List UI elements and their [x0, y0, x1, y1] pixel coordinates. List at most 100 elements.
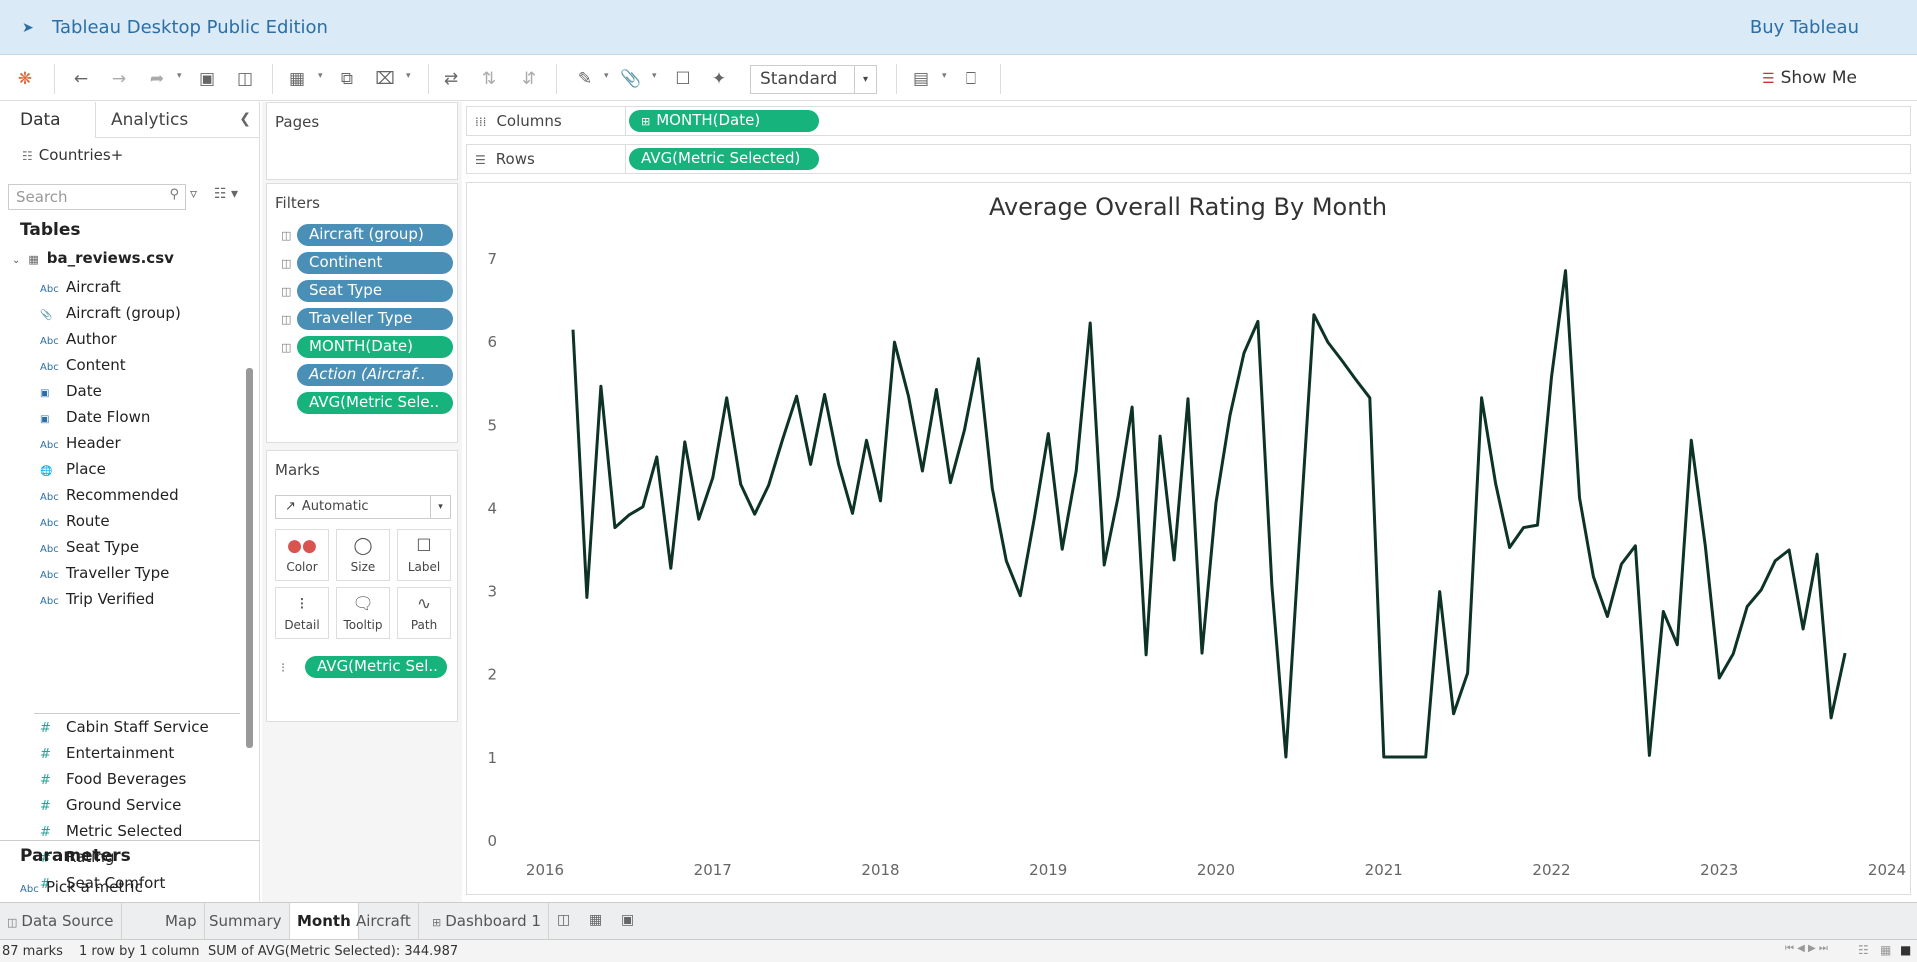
presentation-mode-icon[interactable]: ⎕	[960, 68, 982, 90]
filter-pill[interactable]: Aircraft (group)	[297, 224, 453, 246]
new-worksheet-icon[interactable]: ▦	[286, 68, 308, 90]
collapse-pane-icon[interactable]: ❮	[239, 111, 251, 127]
show-tabs-icon[interactable]: ■	[1900, 943, 1911, 957]
dimension-field[interactable]: Abc Seat Type	[40, 538, 139, 556]
dimension-field[interactable]: Abc Traveller Type	[40, 564, 169, 582]
columns-shelf[interactable]: ⁞⁞⁞ Columns ⊞ MONTH(Date)	[466, 106, 1911, 136]
view-canvas[interactable]: Average Overall Rating By Month 0 1 2 3 4 5 6 7 2…	[466, 182, 1911, 895]
color-button[interactable]: ●● Color	[275, 529, 329, 581]
chevron-down-icon[interactable]: ▾	[177, 71, 182, 81]
chevron-down-icon[interactable]: ▾	[318, 71, 323, 81]
view-size-select[interactable]: Standard ▾	[750, 65, 877, 94]
filter-pill[interactable]: Action (Aircraf..	[297, 364, 453, 386]
detail-button[interactable]: ⁝ Detail	[275, 587, 329, 639]
group-type-icon: 📎	[40, 310, 53, 321]
dimension-field[interactable]: Abc Aircraft	[40, 278, 121, 296]
tab-data[interactable]: Data	[20, 110, 61, 130]
parameter-name: Pick a metric	[46, 878, 143, 896]
filter-pill[interactable]: AVG(Metric Sele..	[297, 392, 453, 414]
detail-label: Detail	[284, 618, 320, 632]
title-bar: ➤ Tableau Desktop Public Edition Buy Tab…	[0, 0, 1917, 55]
dimension-field[interactable]: Abc Content	[40, 356, 126, 374]
fix-axes-icon[interactable]: ✦	[708, 68, 730, 90]
tableau-logo-icon[interactable]: ❋	[14, 68, 36, 90]
dimension-field[interactable]: Abc Author	[40, 330, 117, 348]
new-worksheet-tab-icon[interactable]: ◫	[557, 912, 570, 928]
show-cards-icon[interactable]: ▤	[910, 68, 932, 90]
view-options-icon[interactable]: ☷ ▾	[214, 186, 238, 202]
x-tick-label: 2017	[694, 861, 732, 879]
redo-icon[interactable]: →	[108, 68, 130, 90]
marks-detail-pill[interactable]: AVG(Metric Sel..	[305, 656, 447, 678]
sort-descending-icon[interactable]: ⇵	[518, 68, 540, 90]
dimension-field[interactable]: Abc Header	[40, 434, 121, 452]
sheet-tab[interactable]: Aircraft	[349, 903, 419, 940]
size-button[interactable]: ◯ Size	[336, 529, 390, 581]
chevron-down-icon[interactable]: ▾	[942, 71, 947, 81]
swap-rows-columns-icon[interactable]: ⇄	[440, 68, 462, 90]
filter-icon[interactable]: ▿	[190, 186, 197, 202]
buy-tableau-link[interactable]: Buy Tableau	[1750, 17, 1859, 38]
dimension-field[interactable]: Abc Recommended	[40, 486, 179, 504]
series-line[interactable]	[571, 269, 1847, 759]
filter-pill[interactable]: MONTH(Date)	[297, 336, 453, 358]
measure-field[interactable]: # Cabin Staff Service	[40, 718, 209, 736]
path-button[interactable]: ∿ Path	[397, 587, 451, 639]
rows-shelf[interactable]: ☰ Rows AVG(Metric Selected)	[466, 144, 1911, 174]
filter-pill[interactable]: Continent	[297, 252, 453, 274]
dimension-field[interactable]: ▣ Date Flown	[40, 408, 150, 426]
first-sheet-icon[interactable]: ⏮ ◀ ▶ ⏭	[1785, 943, 1828, 954]
line-mark-icon: ↗	[285, 499, 296, 514]
dimension-field[interactable]: Abc Route	[40, 512, 110, 530]
clear-sheet-icon[interactable]: ⌧	[374, 68, 396, 90]
columns-pill[interactable]: ⊞ MONTH(Date)	[629, 110, 819, 132]
group-members-icon[interactable]: 📎	[620, 68, 642, 90]
chevron-down-icon[interactable]: ▾	[406, 71, 411, 81]
data-source-item[interactable]: ☷ Countries+	[22, 146, 123, 164]
rows-pill[interactable]: AVG(Metric Selected)	[629, 148, 819, 170]
show-me-button[interactable]: ☰ Show Me	[1762, 68, 1857, 88]
highlight-icon[interactable]: ✎	[574, 68, 596, 90]
sheet-tab[interactable]: ◫ Data Source	[0, 903, 122, 940]
label-button[interactable]: ☐ Label	[397, 529, 451, 581]
data-pane-scrollbar[interactable]	[246, 368, 253, 748]
new-story-tab-icon[interactable]: ▣	[621, 912, 634, 928]
y-tick-label: 2	[487, 666, 497, 684]
dimension-field[interactable]: Abc Trip Verified	[40, 590, 154, 608]
tooltip-button[interactable]: 🗨 Tooltip	[336, 587, 390, 639]
sheet-tab[interactable]: Summary	[202, 903, 290, 940]
measure-field[interactable]: # Entertainment	[40, 744, 174, 762]
dimension-field[interactable]: ▣ Date	[40, 382, 102, 400]
measure-field[interactable]: # Metric Selected	[40, 822, 182, 840]
chevron-down-icon[interactable]: ▾	[652, 71, 657, 81]
measure-field[interactable]: # Ground Service	[40, 796, 181, 814]
save-icon[interactable]: ▣	[196, 68, 218, 90]
measure-field[interactable]: # Food Beverages	[40, 770, 186, 788]
sheet-tab[interactable]: ⊞ Dashboard 1	[425, 903, 549, 940]
mark-type-select[interactable]: ↗ Automatic ▾	[275, 495, 451, 519]
new-data-source-icon[interactable]: ◫	[234, 68, 256, 90]
replay-icon[interactable]: ➦	[146, 68, 168, 90]
measure-type-icon: #	[40, 825, 51, 840]
pages-card[interactable]: Pages	[266, 102, 458, 180]
line-chart[interactable]: Average Overall Rating By Month 0 1 2 3 4 5 6 7 2…	[467, 183, 1910, 894]
search-input[interactable]: Search ⚲	[8, 184, 186, 210]
undo-icon[interactable]: ←	[70, 68, 92, 90]
sort-ascending-icon[interactable]: ⇅	[478, 68, 500, 90]
filters-card[interactable]: Filters ◫ Aircraft (group) ◫ Continent ◫ Seat…	[266, 183, 458, 443]
show-filmstrip-icon[interactable]: ☷	[1858, 943, 1869, 957]
show-mark-labels-icon[interactable]: ☐	[672, 68, 694, 90]
table-item[interactable]: ⌄ ▦ ba_reviews.csv	[12, 249, 174, 267]
parameter-item[interactable]: Abc Pick a metric	[20, 878, 143, 896]
chevron-down-icon[interactable]: ⌄	[12, 255, 20, 266]
filter-pill[interactable]: Traveller Type	[297, 308, 453, 330]
chevron-down-icon[interactable]: ▾	[604, 71, 609, 81]
sheet-tab[interactable]: Map	[158, 903, 205, 940]
filter-pill[interactable]: Seat Type	[297, 280, 453, 302]
dimension-field[interactable]: 🌐 Place	[40, 460, 106, 478]
dimension-field[interactable]: 📎 Aircraft (group)	[40, 304, 181, 322]
duplicate-sheet-icon[interactable]: ⧉	[336, 68, 358, 90]
show-sheet-sorter-icon[interactable]: ▦	[1880, 943, 1891, 957]
tab-analytics[interactable]: Analytics	[111, 110, 188, 130]
new-dashboard-tab-icon[interactable]: ▦	[589, 912, 602, 928]
